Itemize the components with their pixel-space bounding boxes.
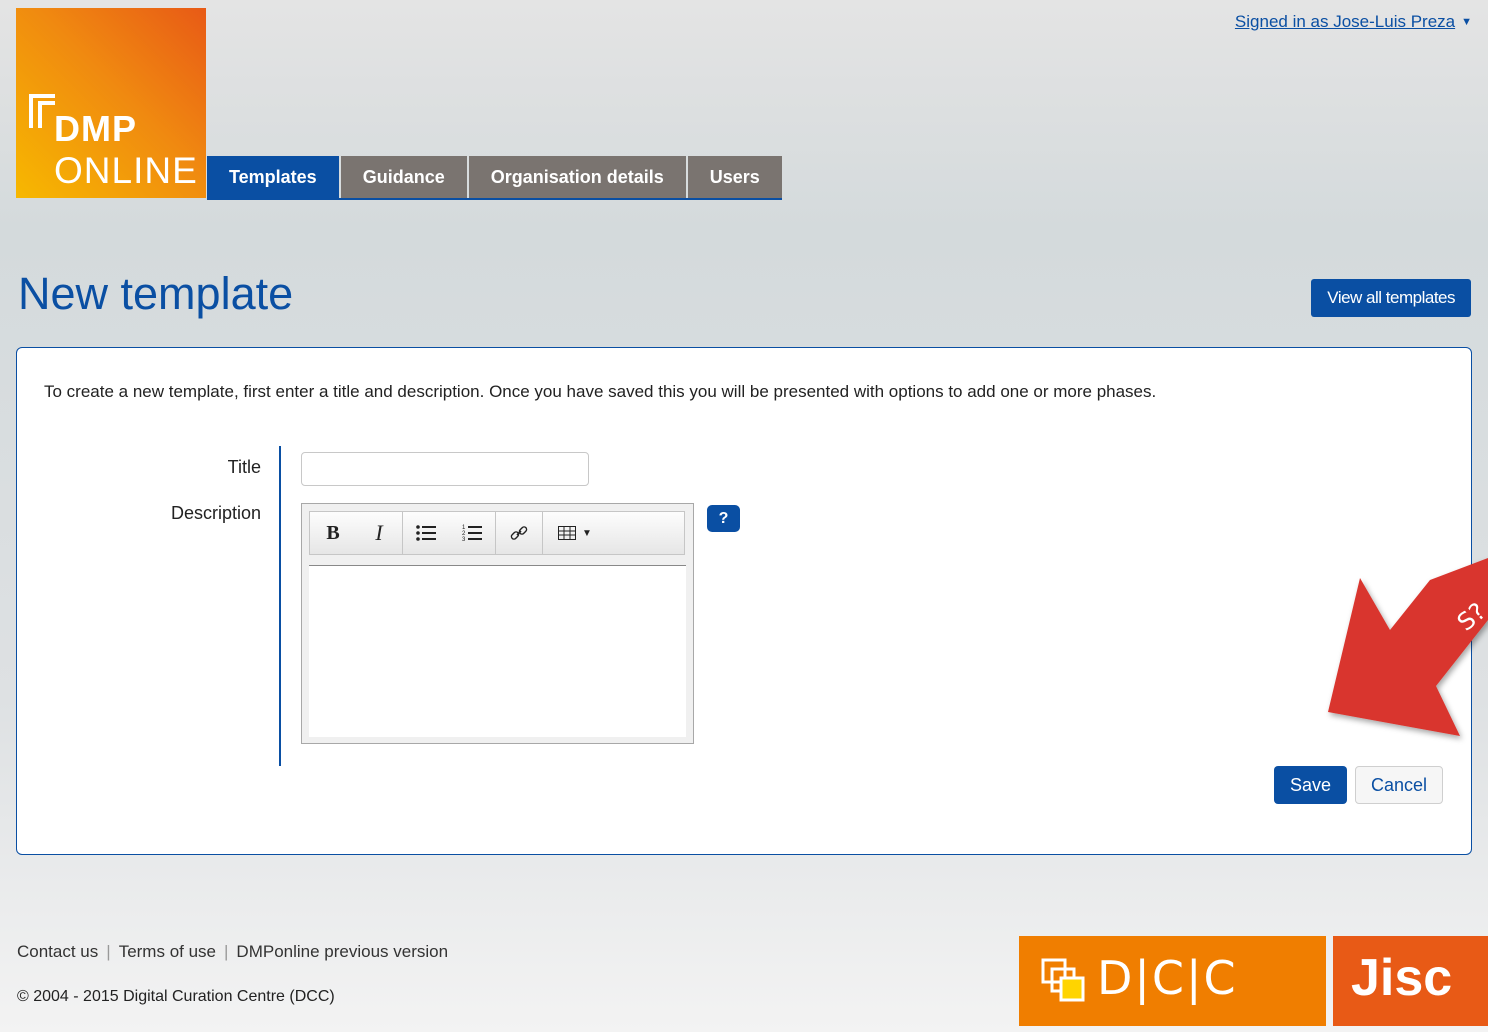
tab-users[interactable]: Users xyxy=(687,156,782,198)
dcc-logo[interactable]: D|C|C xyxy=(1019,936,1326,1026)
tab-templates[interactable]: Templates xyxy=(207,156,339,198)
editor-toolbar: B I 123 ▼ xyxy=(309,511,685,555)
form-divider xyxy=(279,446,281,766)
cancel-button[interactable]: Cancel xyxy=(1355,766,1443,804)
annotation-arrow-icon: S? xyxy=(1328,558,1488,736)
dmponline-logo[interactable]: DMP ONLINE xyxy=(16,8,206,198)
signed-in-label: Signed in as Jose-Luis Preza xyxy=(1234,12,1456,31)
footer-previous-version-link[interactable]: DMPonline previous version xyxy=(236,942,448,961)
footer-separator: | xyxy=(106,942,111,961)
jisc-logo[interactable]: Jisc xyxy=(1333,936,1488,1026)
bullet-list-icon[interactable] xyxy=(403,512,449,554)
table-caret-icon: ▼ xyxy=(582,527,592,539)
help-button[interactable]: ? xyxy=(707,505,740,532)
tab-guidance[interactable]: Guidance xyxy=(340,156,467,198)
dcc-logo-text: D|C|C xyxy=(1097,951,1238,1005)
title-label: Title xyxy=(227,457,261,477)
page-title: New template xyxy=(18,268,294,319)
footer-contact-link[interactable]: Contact us xyxy=(17,942,98,961)
footer-terms-link[interactable]: Terms of use xyxy=(119,942,216,961)
title-input[interactable] xyxy=(301,452,589,486)
save-button[interactable]: Save xyxy=(1274,766,1347,804)
dcc-squares-icon xyxy=(1041,958,1085,1002)
jisc-logo-text: Jisc xyxy=(1351,949,1453,1007)
table-icon[interactable]: ▼ xyxy=(543,512,607,554)
caret-down-icon: ▼ xyxy=(1461,16,1472,28)
view-all-templates-button[interactable]: View all templates xyxy=(1311,279,1471,317)
user-menu[interactable]: Signed in as Jose-Luis Preza ▼ xyxy=(1235,12,1472,32)
footer-separator: | xyxy=(224,942,229,961)
description-textarea[interactable] xyxy=(309,565,686,737)
logo-dmp-text: DMP xyxy=(54,108,137,149)
description-label: Description xyxy=(170,503,261,523)
intro-text: To create a new template, first enter a … xyxy=(44,382,1157,401)
tab-organisation-details[interactable]: Organisation details xyxy=(468,156,686,198)
italic-button[interactable]: I xyxy=(356,512,402,554)
logo-online-text: ONLINE xyxy=(54,150,198,191)
main-tabs: Templates Guidance Organisation details … xyxy=(207,156,782,200)
footer-links: Contact us | Terms of use | DMPonline previo… xyxy=(17,942,448,962)
bold-button[interactable]: B xyxy=(310,512,356,554)
link-icon[interactable] xyxy=(496,512,542,554)
description-editor: B I 123 ▼ xyxy=(301,503,694,744)
copyright: © 2004 - 2015 Digital Curation Centre (D… xyxy=(17,988,335,1005)
numbered-list-icon[interactable]: 123 xyxy=(449,512,495,554)
svg-text:3: 3 xyxy=(462,537,466,542)
new-template-panel: To create a new template, first enter a … xyxy=(16,347,1472,855)
